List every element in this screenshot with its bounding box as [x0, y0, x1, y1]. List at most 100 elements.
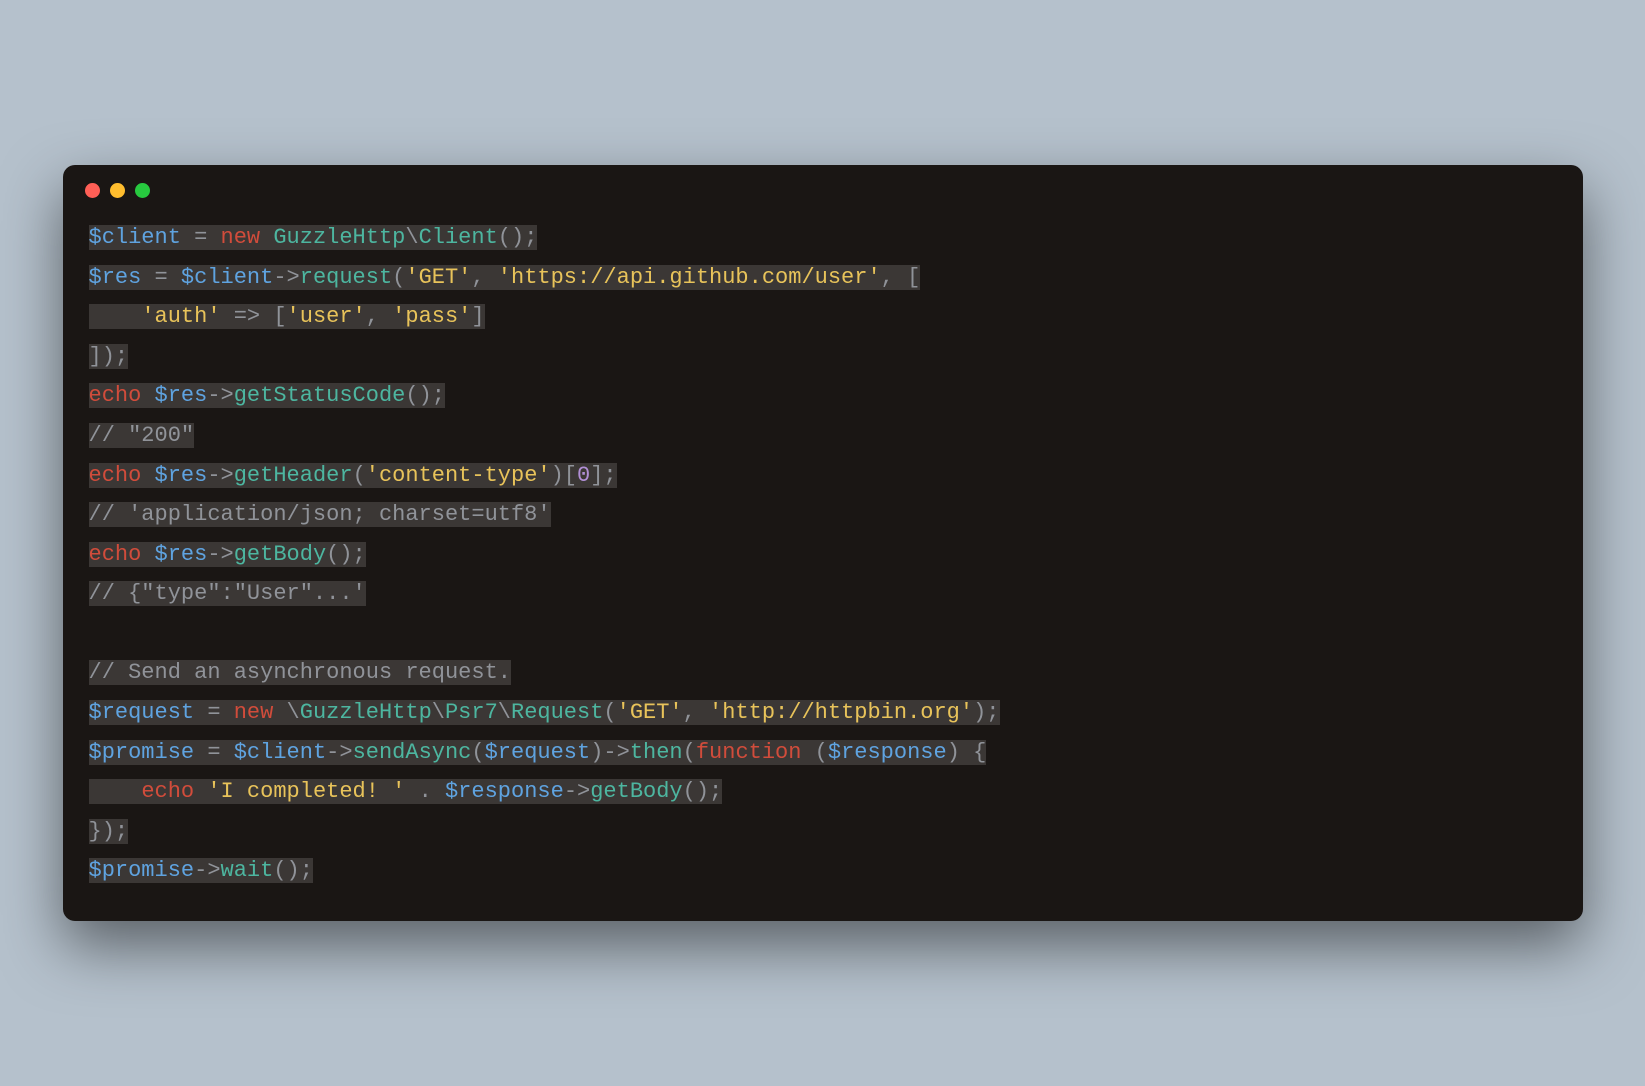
code-token: [194, 740, 207, 765]
code-token: // Send an asynchronous request.: [89, 660, 511, 685]
code-token: // 'application/json; charset=utf8': [89, 502, 551, 527]
code-token: ,: [366, 304, 392, 329]
code-line: // {"type":"User"...': [89, 581, 366, 606]
code-token: 'I completed! ': [207, 779, 405, 804]
code-token: ->: [564, 779, 590, 804]
code-token: [221, 700, 234, 725]
code-token: )[: [551, 463, 577, 488]
code-line: echo $res->getHeader('content-type')[0];: [89, 463, 617, 488]
code-token: echo: [89, 383, 142, 408]
code-token: [: [260, 304, 286, 329]
code-token: $client: [181, 265, 273, 290]
code-token: ();: [273, 858, 313, 883]
code-token: ]: [471, 304, 484, 329]
code-line: $promise->wait();: [89, 858, 313, 883]
close-icon[interactable]: [85, 183, 100, 198]
code-block: $client = new GuzzleHttp\Client(); $res …: [89, 218, 1557, 891]
code-line: $client = new GuzzleHttp\Client();: [89, 225, 538, 250]
code-token: echo: [89, 542, 142, 567]
code-line: $request = new \GuzzleHttp\Psr7\Request(…: [89, 700, 1000, 725]
code-token: 'GET': [405, 265, 471, 290]
code-token: ->: [603, 740, 629, 765]
code-token: [221, 740, 234, 765]
code-token: ();: [498, 225, 538, 250]
code-token: =: [207, 700, 220, 725]
code-token: $request: [89, 700, 195, 725]
code-token: new: [234, 700, 274, 725]
code-token: (: [683, 740, 696, 765]
code-token: [168, 265, 181, 290]
code-token: \: [273, 700, 299, 725]
code-token: [141, 383, 154, 408]
code-token: getBody: [234, 542, 326, 567]
code-token: \: [432, 700, 445, 725]
code-token: getBody: [590, 779, 682, 804]
code-token: (: [353, 463, 366, 488]
code-line: $promise = $client->sendAsync($request)-…: [89, 740, 987, 765]
code-token: ->: [194, 858, 220, 883]
code-token: ->: [207, 383, 233, 408]
code-line: // "200": [89, 423, 195, 448]
maximize-icon[interactable]: [135, 183, 150, 198]
code-token: 'http://httpbin.org': [709, 700, 973, 725]
code-token: ();: [326, 542, 366, 567]
code-token: (: [471, 740, 484, 765]
code-token: });: [89, 819, 129, 844]
code-token: ) {: [947, 740, 987, 765]
code-line: $res = $client->request('GET', 'https://…: [89, 265, 921, 290]
code-token: [89, 779, 142, 804]
code-token: ();: [683, 779, 723, 804]
code-token: ]);: [89, 344, 129, 369]
code-token: request: [300, 265, 392, 290]
code-line: // 'application/json; charset=utf8': [89, 502, 551, 527]
code-token: $client: [234, 740, 326, 765]
code-area[interactable]: $client = new GuzzleHttp\Client(); $res …: [63, 212, 1583, 921]
code-token: 'content-type': [366, 463, 551, 488]
code-token: );: [973, 700, 999, 725]
code-token: $res: [155, 542, 208, 567]
code-token: =: [155, 265, 168, 290]
code-token: ();: [405, 383, 445, 408]
code-token: echo: [89, 463, 142, 488]
code-token: then: [630, 740, 683, 765]
code-token: GuzzleHttp: [300, 700, 432, 725]
code-token: 'GET': [617, 700, 683, 725]
code-token: $promise: [89, 858, 195, 883]
code-token: $res: [155, 463, 208, 488]
code-token: $client: [89, 225, 181, 250]
code-token: [89, 304, 142, 329]
code-token: (: [392, 265, 405, 290]
code-token: 'pass': [392, 304, 471, 329]
code-token: Psr7: [445, 700, 498, 725]
code-line: ]);: [89, 344, 129, 369]
code-token: ->: [273, 265, 299, 290]
code-token: [141, 542, 154, 567]
code-token: getStatusCode: [234, 383, 406, 408]
code-token: =>: [234, 304, 260, 329]
code-token: [194, 779, 207, 804]
code-token: 'auth': [141, 304, 220, 329]
code-token: Request: [511, 700, 603, 725]
code-token: =: [194, 225, 207, 250]
code-token: ->: [207, 542, 233, 567]
code-token: ,: [683, 700, 709, 725]
code-token: // "200": [89, 423, 195, 448]
code-line: echo $res->getBody();: [89, 542, 366, 567]
titlebar: [63, 165, 1583, 212]
code-token: (: [801, 740, 827, 765]
code-token: new: [221, 225, 261, 250]
code-token: [207, 225, 220, 250]
code-token: [221, 304, 234, 329]
code-token: (: [603, 700, 616, 725]
code-token: ->: [207, 463, 233, 488]
code-token: $response: [445, 779, 564, 804]
code-token: // {"type":"User"...': [89, 581, 366, 606]
code-token: \: [498, 700, 511, 725]
code-token: \: [405, 225, 418, 250]
code-token: ->: [326, 740, 352, 765]
terminal-window: $client = new GuzzleHttp\Client(); $res …: [63, 165, 1583, 921]
code-line: });: [89, 819, 129, 844]
code-token: ,: [471, 265, 497, 290]
code-token: GuzzleHttp: [273, 225, 405, 250]
minimize-icon[interactable]: [110, 183, 125, 198]
